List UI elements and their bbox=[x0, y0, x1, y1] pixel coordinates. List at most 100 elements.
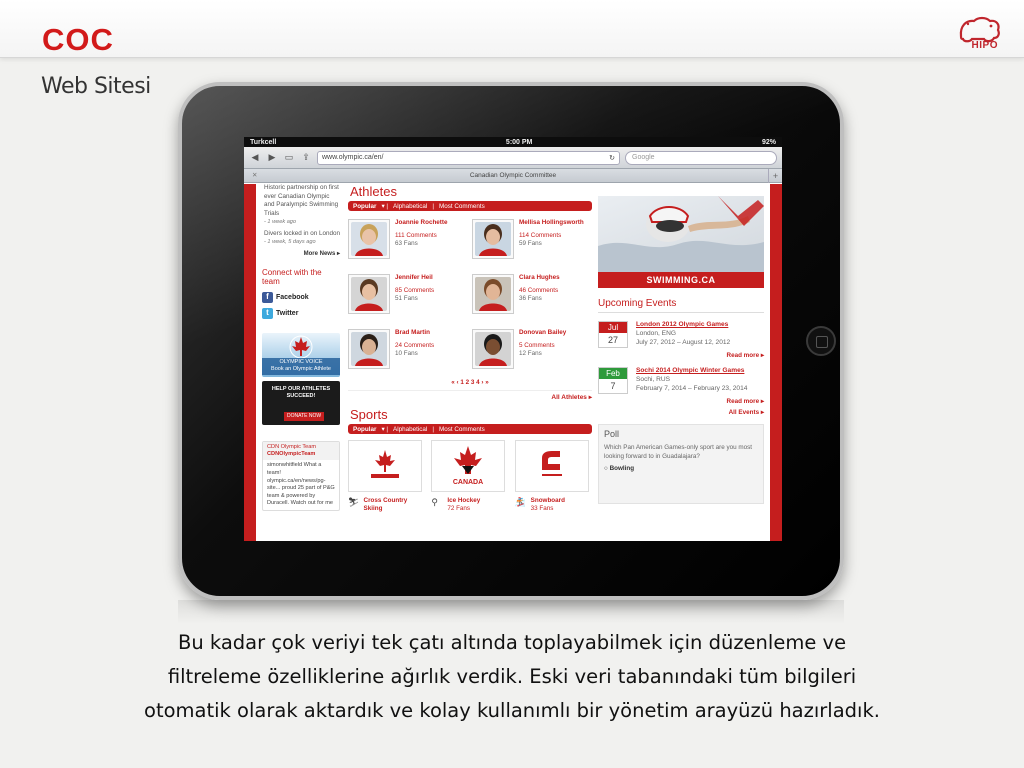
athlete-card[interactable]: Joannie Rochette 111 Comments 63 Fans bbox=[348, 219, 468, 267]
athlete-name[interactable]: Mellisa Hollingsworth bbox=[519, 219, 584, 227]
tab-title[interactable]: Canadian Olympic Committee bbox=[470, 172, 556, 179]
athlete-name[interactable]: Jennifer Heil bbox=[395, 274, 434, 282]
twitter-icon: t bbox=[262, 307, 273, 319]
swimmer-image bbox=[598, 196, 764, 272]
bookmarks-icon[interactable]: ▭ bbox=[283, 152, 295, 163]
twitter-widget-title: CDN Olympic Team bbox=[267, 443, 317, 450]
filter-alphabetical[interactable]: Alphabetical bbox=[393, 203, 427, 210]
athlete-info: Donovan Bailey 5 Comments 12 Fans bbox=[519, 329, 566, 377]
athlete-comments[interactable]: 24 Comments bbox=[395, 342, 434, 350]
athlete-card[interactable]: Donovan Bailey 5 Comments 12 Fans bbox=[472, 329, 592, 377]
back-icon[interactable]: ◀ bbox=[249, 152, 261, 163]
snowboard-logo bbox=[514, 440, 589, 492]
main-column: Athletes Popular ▾ | Alphabetical | Most C… bbox=[348, 184, 592, 513]
url-text: www.olympic.ca/en/ bbox=[322, 154, 384, 161]
read-more-link[interactable]: Read more ▸ bbox=[598, 352, 764, 359]
athlete-photo bbox=[348, 219, 390, 259]
event-name[interactable]: Sochi 2014 Olympic Winter Games bbox=[636, 367, 747, 376]
event-item: Feb 7 Sochi 2014 Olympic Winter Games Sochi… bbox=[598, 367, 764, 405]
swimming-banner-label: SWIMMING.CA bbox=[598, 272, 764, 288]
right-sidebar: SWIMMING.CA Upcoming Events Jul 27 London … bbox=[598, 184, 764, 504]
event-dates: July 27, 2012 – August 12, 2012 bbox=[636, 338, 731, 346]
athlete-photo bbox=[472, 329, 514, 369]
athlete-fans: 63 Fans bbox=[395, 240, 418, 248]
sports-section: Sports Popular ▾ | Alphabetical | Most Com… bbox=[348, 407, 592, 513]
filter-popular[interactable]: Popular bbox=[353, 203, 376, 210]
safari-toolbar: ◀ ▶ ▭ ⇪ www.olympic.ca/en/ ↻ Google bbox=[244, 147, 782, 169]
event-item: Jul 27 London 2012 Olympic Games London, EN… bbox=[598, 321, 764, 359]
donate-headline: HELP OUR ATHLETES SUCCEED! bbox=[271, 385, 331, 400]
caption-line: otomatik olarak aktardık ve kolay kullan… bbox=[144, 699, 880, 722]
athletes-pager[interactable]: « ‹ 1 2 3 4 › » bbox=[348, 379, 592, 386]
sport-name: Snowboard bbox=[530, 497, 565, 504]
sport-card[interactable]: 🏂 Snowboard 33 Fans bbox=[514, 440, 592, 513]
donate-button[interactable]: DONATE NOW bbox=[284, 412, 325, 421]
athlete-name[interactable]: Donovan Bailey bbox=[519, 329, 566, 337]
poll-question: Which Pan American Games-only sport are … bbox=[604, 444, 753, 460]
swimming-canada-banner[interactable]: SWIMMING.CA bbox=[598, 196, 764, 288]
athletes-title: Athletes bbox=[350, 184, 397, 199]
ipad-home-button[interactable] bbox=[806, 326, 836, 356]
athlete-card[interactable]: Brad Martin 24 Comments 10 Fans bbox=[348, 329, 468, 377]
athlete-card[interactable]: Mellisa Hollingsworth 114 Comments 59 Fans bbox=[472, 219, 592, 267]
sport-card[interactable]: ⛷ Cross Country Skiing bbox=[348, 440, 425, 513]
filter-alphabetical[interactable]: Alphabetical bbox=[393, 426, 427, 433]
address-bar[interactable]: www.olympic.ca/en/ ↻ bbox=[317, 150, 620, 165]
battery-label: 92% bbox=[761, 138, 776, 146]
athlete-photo bbox=[472, 274, 514, 314]
athlete-fans: 12 Fans bbox=[519, 350, 542, 358]
facebook-link[interactable]: f Facebook bbox=[262, 291, 340, 303]
filter-most-comments[interactable]: Most Comments bbox=[439, 426, 485, 433]
sports-filter-bar: Popular ▾ | Alphabetical | Most Comments bbox=[348, 424, 592, 434]
slide-caption: Bu kadar çok veriyi tek çatı altında top… bbox=[0, 626, 1024, 728]
new-tab-icon[interactable]: + bbox=[768, 169, 782, 183]
athlete-name[interactable]: Joannie Rochette bbox=[395, 219, 447, 227]
news-item[interactable]: Divers locked in on London - 1 week, 5 da… bbox=[264, 230, 340, 247]
filter-most-comments[interactable]: Most Comments bbox=[439, 203, 485, 210]
athlete-fans: 59 Fans bbox=[519, 240, 542, 248]
news-item[interactable]: Historic partnership on first ever Canad… bbox=[264, 184, 340, 227]
close-tab-icon[interactable]: ✕ bbox=[252, 169, 257, 183]
twitter-link[interactable]: t Twitter bbox=[262, 307, 340, 319]
search-field[interactable]: Google bbox=[625, 150, 777, 165]
event-day: 27 bbox=[607, 335, 618, 345]
all-athletes-link[interactable]: All Athletes ▸ bbox=[348, 390, 592, 401]
read-more-link[interactable]: Read more ▸ bbox=[598, 398, 764, 405]
webpage: Historic partnership on first ever Canad… bbox=[244, 184, 782, 541]
poll-option[interactable]: ○ Bowling bbox=[604, 465, 758, 472]
athlete-card[interactable]: Clara Hughes 46 Comments 36 Fans bbox=[472, 274, 592, 322]
athlete-card[interactable]: Jennifer Heil 85 Comments 51 Fans bbox=[348, 274, 468, 322]
athlete-comments[interactable]: 114 Comments bbox=[519, 232, 584, 240]
more-news-link[interactable]: More News ▸ bbox=[264, 250, 340, 258]
athlete-name[interactable]: Clara Hughes bbox=[519, 274, 560, 282]
page-side-band-right bbox=[770, 184, 782, 541]
filter-popular[interactable]: Popular bbox=[353, 426, 376, 433]
hipo-logo-label: HIPO bbox=[971, 40, 998, 51]
athlete-name[interactable]: Brad Martin bbox=[395, 329, 434, 337]
ipad-screen: Turkcell 5:00 PM 92% ◀ ▶ ▭ ⇪ www.olympic… bbox=[244, 137, 782, 541]
athlete-comments[interactable]: 5 Comments bbox=[519, 342, 566, 350]
ios-status-bar: Turkcell 5:00 PM 92% bbox=[244, 137, 782, 147]
poll-title: Poll bbox=[604, 429, 620, 439]
athletes-filter-bar: Popular ▾ | Alphabetical | Most Comments bbox=[348, 201, 592, 211]
athlete-comments[interactable]: 46 Comments bbox=[519, 287, 560, 295]
events-title: Upcoming Events bbox=[598, 298, 764, 313]
book-athlete-banner[interactable]: OLYMPIC VOICE Book an Olympic Athlete bbox=[262, 332, 340, 377]
cross-country-logo bbox=[348, 440, 422, 492]
athlete-comments[interactable]: 85 Comments bbox=[395, 287, 434, 295]
calendar-date-icon: Jul 27 bbox=[598, 321, 628, 348]
snowboard-icon: 🏂 bbox=[514, 497, 526, 507]
clock-label: 5:00 PM bbox=[505, 138, 533, 146]
event-name[interactable]: London 2012 Olympic Games bbox=[636, 321, 730, 330]
sport-card[interactable]: CANADA ⚲ Ice Hockey 72 Fans bbox=[431, 440, 508, 513]
donate-banner[interactable]: HELP OUR ATHLETES SUCCEED! DONATE NOW bbox=[262, 380, 340, 425]
event-dates: February 7, 2014 – February 23, 2014 bbox=[636, 384, 748, 392]
athlete-comments[interactable]: 111 Comments bbox=[395, 232, 447, 240]
reload-icon[interactable]: ↻ bbox=[609, 154, 615, 162]
ipad-reflection bbox=[178, 600, 844, 624]
forward-icon[interactable]: ▶ bbox=[266, 152, 278, 163]
share-icon[interactable]: ⇪ bbox=[300, 152, 312, 163]
all-events-link[interactable]: All Events ▸ bbox=[598, 409, 764, 416]
event-month: Jul bbox=[599, 322, 627, 333]
athlete-photo bbox=[472, 219, 514, 259]
